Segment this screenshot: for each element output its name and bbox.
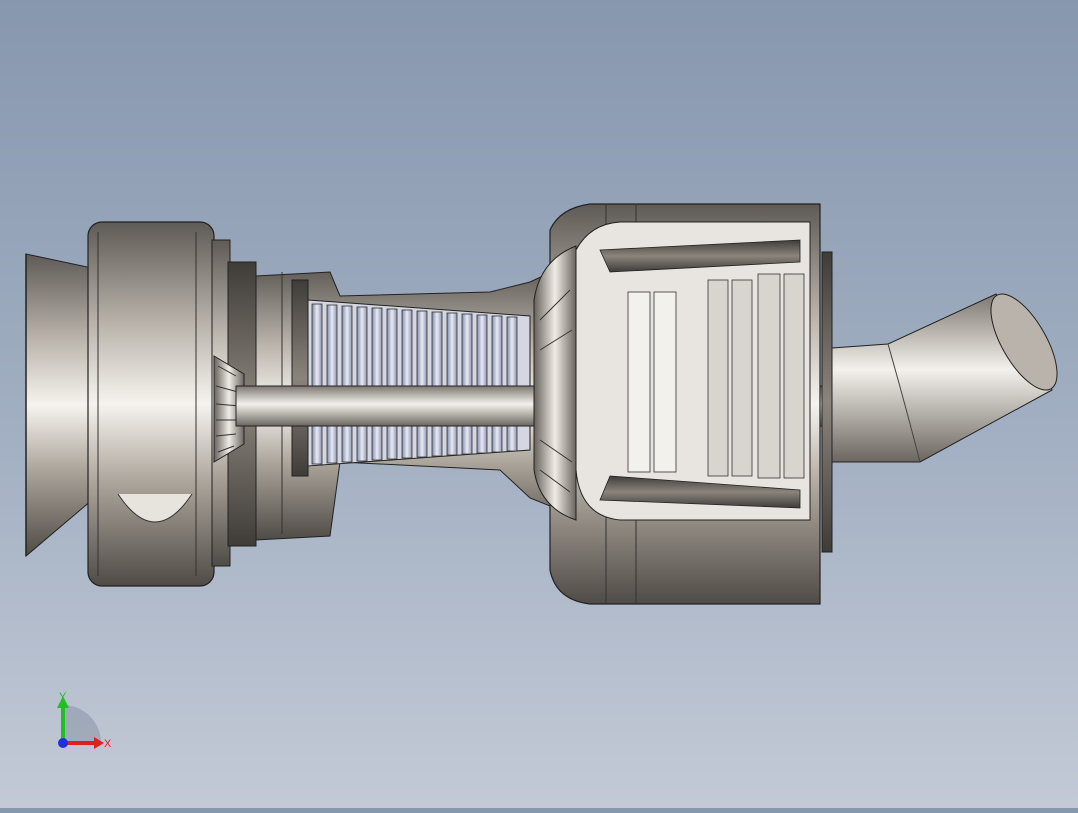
turbine-blades <box>627 273 805 479</box>
cad-viewport[interactable]: Y X <box>0 0 1078 808</box>
exhaust-nozzle <box>821 251 1058 553</box>
diffuser <box>533 245 577 521</box>
turbine-engine-model: Y X <box>25 203 1058 750</box>
x-axis-label: X <box>104 738 112 750</box>
y-axis-label: Y <box>59 691 67 703</box>
inlet-bellmouth <box>25 253 93 558</box>
coordinate-triad: Y X <box>57 691 112 750</box>
z-axis-dot <box>58 738 68 748</box>
